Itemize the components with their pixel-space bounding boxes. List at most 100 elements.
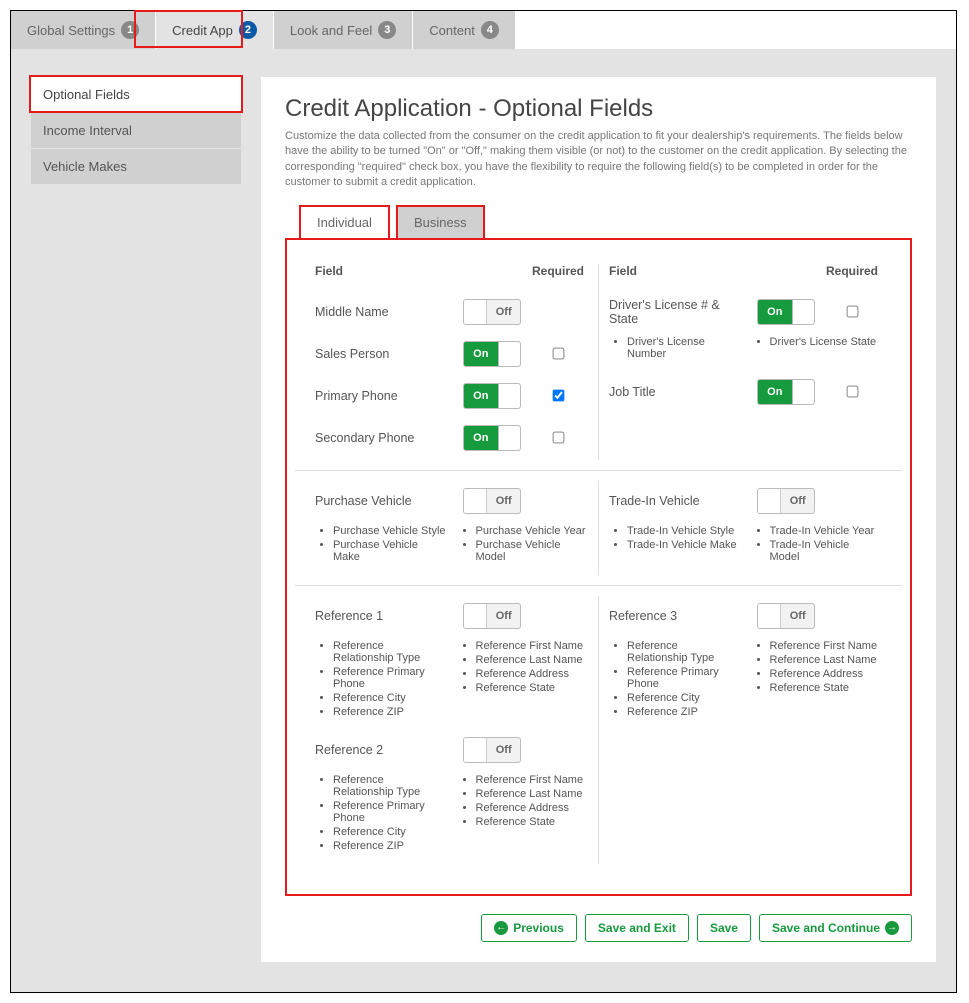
step-tab-num: 1 (121, 21, 139, 39)
button-label: Save and Exit (598, 921, 676, 935)
sidebar-item-income-interval[interactable]: Income Interval (31, 113, 241, 149)
step-tab-credit-app[interactable]: Credit App 2 (156, 11, 274, 49)
bullet-item: Reference Address (476, 668, 589, 680)
bullet-item: Trade-In Vehicle Style (627, 525, 740, 537)
step-tab-num: 4 (481, 21, 499, 39)
save-and-exit-button[interactable]: Save and Exit (585, 914, 689, 942)
previous-button[interactable]: ← Previous (481, 914, 577, 942)
field-sublist: Purchase Vehicle Style Purchase Vehicle … (315, 525, 588, 565)
sidebar-item-label: Optional Fields (43, 87, 130, 102)
field-sublist: Reference Relationship Type Reference Pr… (315, 640, 588, 720)
bullet-item: Reference City (333, 692, 446, 704)
bullet-item: Reference Relationship Type (333, 774, 446, 798)
required-checkbox-drivers-license[interactable] (847, 306, 859, 318)
field-label: Purchase Vehicle (315, 494, 456, 508)
step-tab-global-settings[interactable]: Global Settings 1 (11, 11, 156, 49)
save-button[interactable]: Save (697, 914, 751, 942)
step-tab-look-and-feel[interactable]: Look and Feel 3 (274, 11, 413, 49)
field-drivers-license: Driver's License # & State On (609, 292, 882, 332)
toggle-reference-1[interactable]: Off (463, 603, 521, 629)
step-tab-label: Credit App (172, 23, 233, 38)
step-tab-num: 2 (239, 21, 257, 39)
bullet-item: Driver's License Number (627, 336, 740, 360)
bullet-item: Reference ZIP (627, 706, 740, 718)
button-label: Save and Continue (772, 921, 880, 935)
bullet-item: Reference Primary Phone (627, 666, 740, 690)
col-header-field: Field (315, 264, 456, 278)
step-tab-label: Content (429, 23, 475, 38)
field-sublist: Reference Relationship Type Reference Pr… (609, 640, 882, 720)
sidebar: Optional Fields Income Interval Vehicle … (31, 77, 241, 185)
sidebar-item-vehicle-makes[interactable]: Vehicle Makes (31, 149, 241, 185)
bullet-item: Reference First Name (476, 640, 589, 652)
field-reference-2: Reference 2 Off (315, 730, 588, 770)
bullet-item: Reference Relationship Type (333, 640, 446, 664)
field-label: Reference 1 (315, 609, 456, 623)
sidebar-item-label: Vehicle Makes (43, 159, 127, 174)
footer-buttons: ← Previous Save and Exit Save Save and C… (285, 914, 912, 942)
toggle-trade-in-vehicle[interactable]: Off (757, 488, 815, 514)
toggle-reference-3[interactable]: Off (757, 603, 815, 629)
subtab-label: Individual (317, 215, 372, 230)
bullet-item: Reference Primary Phone (333, 800, 446, 824)
toggle-sales-person[interactable]: On (463, 341, 521, 367)
page-title: Credit Application - Optional Fields (285, 95, 912, 123)
bullet-item: Reference Primary Phone (333, 666, 446, 690)
step-tabs: Global Settings 1 Credit App 2 Look and … (11, 11, 956, 49)
toggle-secondary-phone[interactable]: On (463, 425, 521, 451)
step-tab-num: 3 (378, 21, 396, 39)
field-sales-person: Sales Person On (315, 334, 588, 374)
required-checkbox-job-title[interactable] (847, 386, 859, 398)
bullet-item: Reference First Name (476, 774, 589, 786)
col-header-required: Required (822, 264, 882, 278)
field-reference-3: Reference 3 Off (609, 596, 882, 636)
toggle-primary-phone[interactable]: On (463, 383, 521, 409)
bullet-item: Reference ZIP (333, 840, 446, 852)
section-divider (295, 585, 902, 586)
bullet-item: Reference First Name (770, 640, 883, 652)
subtab-individual[interactable]: Individual (299, 205, 390, 240)
bullet-item: Purchase Vehicle Make (333, 539, 446, 563)
toggle-reference-2[interactable]: Off (463, 737, 521, 763)
section-divider (295, 470, 902, 471)
required-checkbox-primary-phone[interactable] (553, 390, 565, 402)
required-checkbox-secondary-phone[interactable] (553, 432, 565, 444)
toggle-middle-name[interactable]: Off (463, 299, 521, 325)
step-tab-label: Look and Feel (290, 23, 372, 38)
bullet-item: Reference State (770, 682, 883, 694)
bullet-item: Purchase Vehicle Model (476, 539, 589, 563)
bullet-item: Reference City (333, 826, 446, 838)
bullet-item: Purchase Vehicle Style (333, 525, 446, 537)
field-purchase-vehicle: Purchase Vehicle Off (315, 481, 588, 521)
step-tab-label: Global Settings (27, 23, 115, 38)
field-job-title: Job Title On (609, 372, 882, 412)
main-panel: Credit Application - Optional Fields Cus… (261, 77, 936, 962)
arrow-left-icon: ← (494, 921, 508, 935)
field-sublist: Reference Relationship Type Reference Pr… (315, 774, 588, 854)
toggle-purchase-vehicle[interactable]: Off (463, 488, 521, 514)
toggle-drivers-license[interactable]: On (757, 299, 815, 325)
bullet-item: Reference Address (476, 802, 589, 814)
bullet-item: Trade-In Vehicle Year (770, 525, 883, 537)
field-label: Secondary Phone (315, 431, 456, 445)
field-label: Sales Person (315, 347, 456, 361)
fields-container: Field Required Middle Name Off Sales Per… (285, 238, 912, 896)
bullet-item: Reference Last Name (476, 788, 589, 800)
page-body: Optional Fields Income Interval Vehicle … (11, 49, 956, 992)
bullet-item: Reference State (476, 682, 589, 694)
bullet-item: Reference Last Name (476, 654, 589, 666)
save-and-continue-button[interactable]: Save and Continue → (759, 914, 912, 942)
bullet-item: Reference Address (770, 668, 883, 680)
button-label: Previous (513, 921, 564, 935)
field-trade-in-vehicle: Trade-In Vehicle Off (609, 481, 882, 521)
field-label: Trade-In Vehicle (609, 494, 750, 508)
col-header-field: Field (609, 264, 750, 278)
bullet-item: Purchase Vehicle Year (476, 525, 589, 537)
bullet-item: Reference Relationship Type (627, 640, 740, 664)
bullet-item: Reference State (476, 816, 589, 828)
required-checkbox-sales-person[interactable] (553, 348, 565, 360)
step-tab-content[interactable]: Content 4 (413, 11, 516, 49)
sidebar-item-optional-fields[interactable]: Optional Fields (31, 77, 241, 113)
subtab-business[interactable]: Business (396, 205, 485, 240)
toggle-job-title[interactable]: On (757, 379, 815, 405)
